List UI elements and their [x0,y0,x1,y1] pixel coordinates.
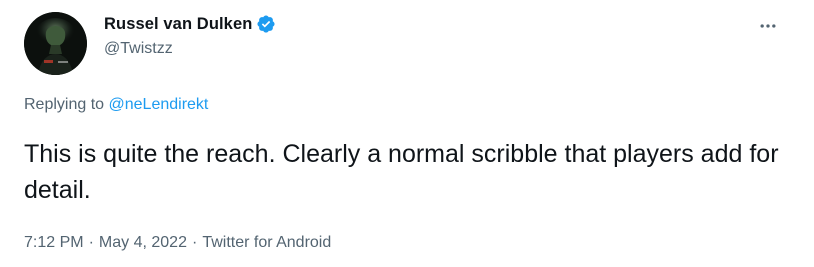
user-avatar-icon [24,12,87,75]
tweet-text: This is quite the reach. Clearly a norma… [24,140,779,204]
tweet-time[interactable]: 7:12 PM [24,234,84,252]
meta-separator: · [88,234,94,251]
replying-prefix: Replying to [24,96,109,113]
avatar[interactable] [24,12,87,75]
tweet-date[interactable]: May 4, 2022 [99,234,187,252]
author-names: Russel van Dulken @Twistzz [104,12,276,58]
replying-to: Replying to @neLendirekt [24,96,208,114]
more-horizontal-icon [760,24,776,28]
tweet-source[interactable]: Twitter for Android [202,234,331,252]
tweet-meta: 7:12 PM · May 4, 2022 · Twitter for Andr… [24,234,331,252]
user-handle[interactable]: @Twistzz [104,40,276,58]
verified-badge-icon [256,14,276,34]
display-name[interactable]: Russel van Dulken [104,15,252,34]
tweet-header: Russel van Dulken @Twistzz [24,8,794,75]
display-name-row: Russel van Dulken [104,12,276,36]
reply-mention-link[interactable]: @neLendirekt [109,96,209,113]
more-button[interactable] [754,12,782,40]
meta-separator: · [191,234,198,251]
tweet-card: Russel van Dulken @Twistzz Replying to @… [0,0,814,267]
